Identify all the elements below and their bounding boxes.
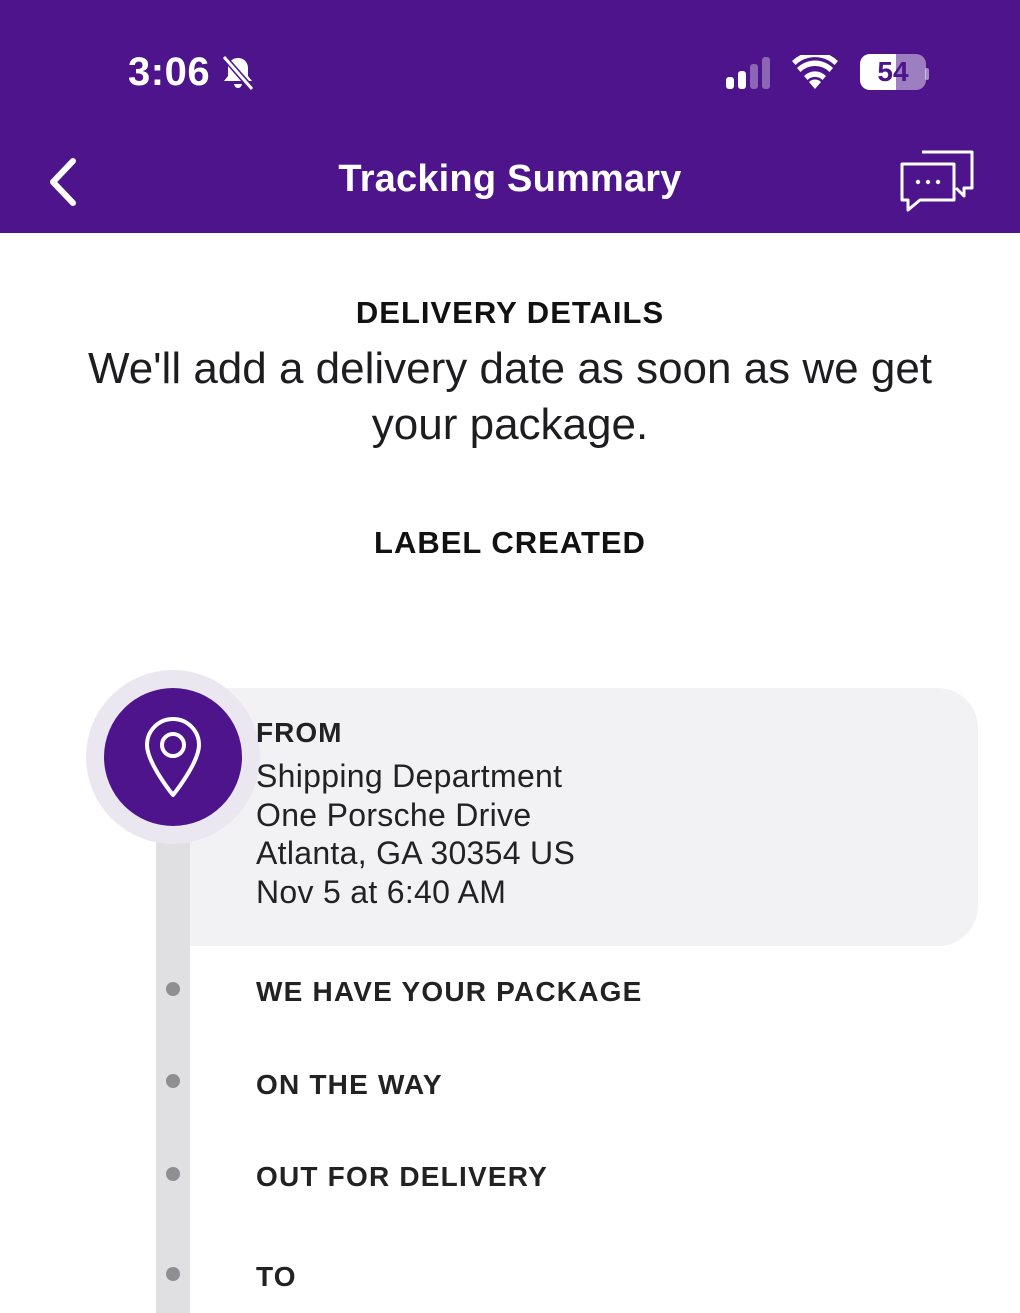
tracking-content: DELIVERY DETAILS We'll add a delivery da… bbox=[0, 233, 1020, 1313]
step-on-the-way: ON THE WAY bbox=[256, 1069, 443, 1100]
from-timestamp: Nov 5 at 6:40 AM bbox=[256, 873, 507, 910]
timeline-dot bbox=[166, 1167, 180, 1181]
status-bar-time: 3:06 bbox=[128, 50, 256, 95]
step-out-for-delivery: OUT FOR DELIVERY bbox=[256, 1161, 548, 1192]
from-line: Atlanta, GA 30354 US bbox=[256, 835, 576, 871]
from-line: Shipping Department bbox=[256, 758, 563, 794]
delivery-message: We'll add a delivery date as soon as we … bbox=[87, 344, 933, 449]
from-heading: FROM bbox=[256, 717, 343, 748]
timeline-dot bbox=[166, 1267, 180, 1281]
battery-percent: 54 bbox=[877, 56, 909, 87]
battery-nub bbox=[925, 68, 929, 80]
bell-muted-icon bbox=[221, 54, 255, 91]
timeline-dot bbox=[166, 1074, 180, 1088]
shipment-status: LABEL CREATED bbox=[374, 525, 646, 560]
chat-icon[interactable] bbox=[898, 148, 978, 214]
from-address: Shipping Department One Porsche Drive At… bbox=[256, 757, 575, 911]
clock-text: 3:06 bbox=[128, 50, 211, 94]
app-header: 3:06 54 Tracking Summary bbox=[0, 0, 1020, 233]
timeline-track bbox=[156, 813, 190, 1313]
origin-marker bbox=[104, 688, 242, 826]
page-title: Tracking Summary bbox=[338, 158, 682, 200]
battery-indicator: 54 bbox=[860, 54, 926, 90]
step-to: TO bbox=[256, 1261, 297, 1292]
wifi-icon bbox=[792, 55, 838, 89]
timeline-dot bbox=[166, 982, 180, 996]
delivery-details-heading: DELIVERY DETAILS bbox=[355, 295, 665, 330]
status-bar-indicators: 54 bbox=[726, 54, 926, 90]
location-pin-icon bbox=[145, 717, 201, 797]
from-line: One Porsche Drive bbox=[256, 796, 532, 833]
cellular-signal-icon bbox=[726, 55, 770, 89]
step-we-have-your-package: WE HAVE YOUR PACKAGE bbox=[256, 976, 643, 1007]
